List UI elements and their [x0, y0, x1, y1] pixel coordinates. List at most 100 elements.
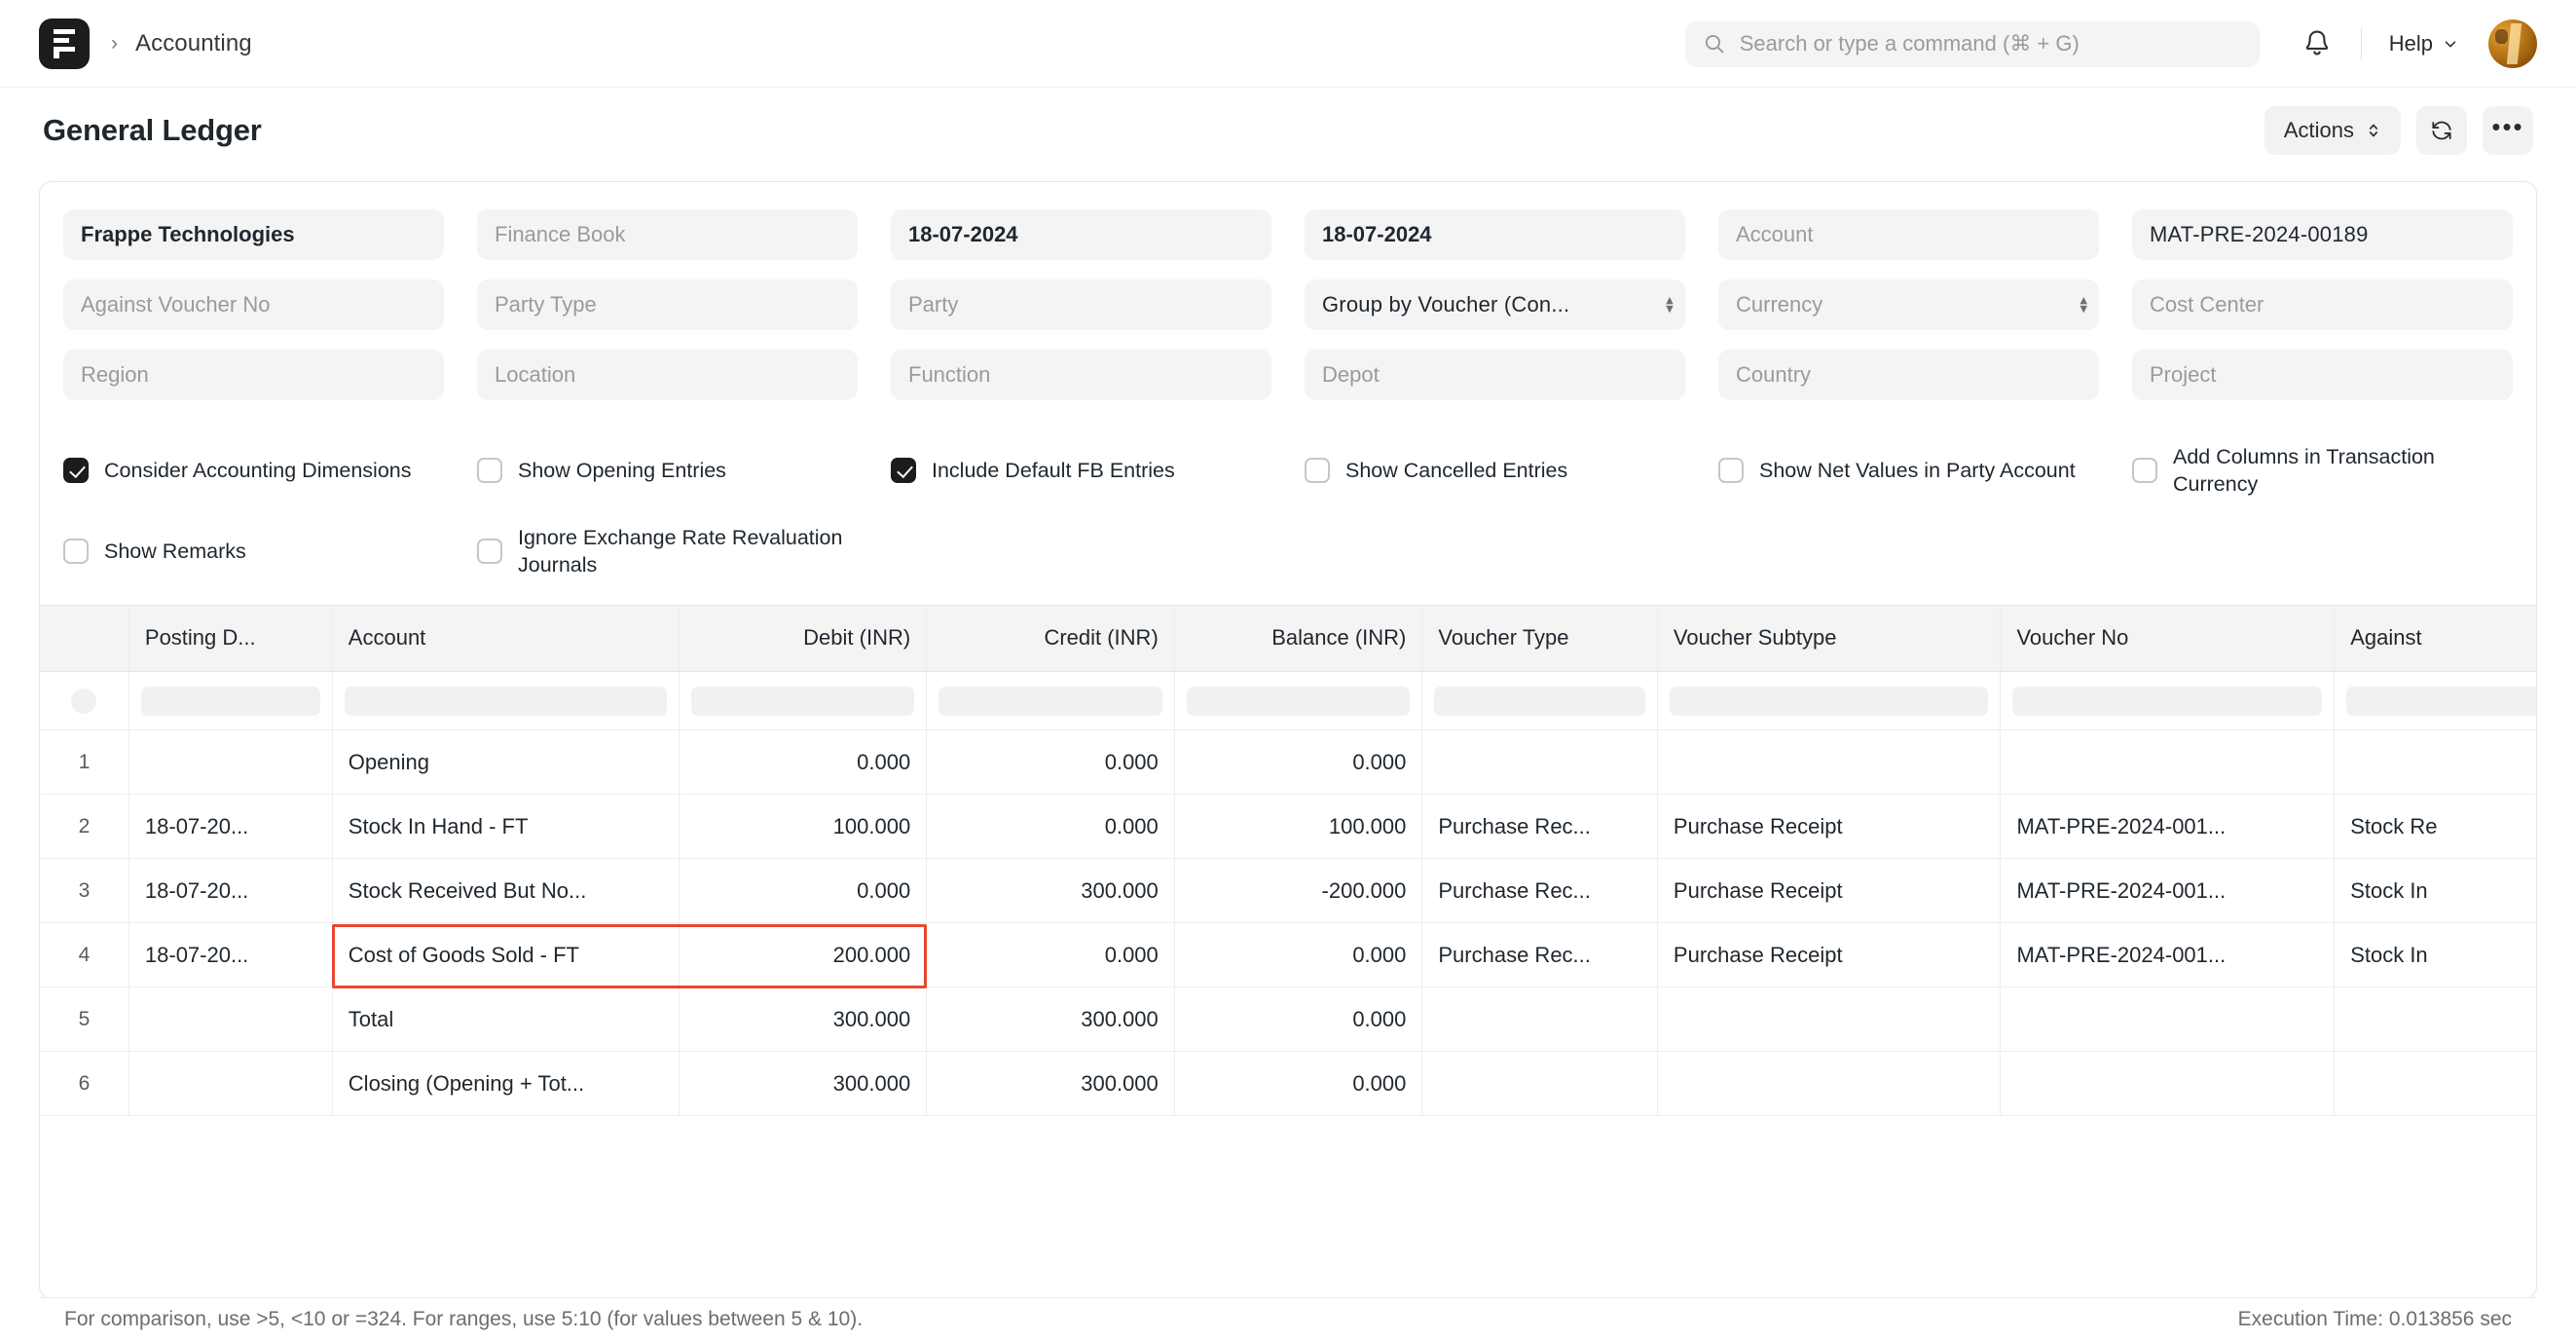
filter-group-by[interactable]: Group by Voucher (Con...▴▾: [1305, 279, 1685, 330]
search-input[interactable]: Search or type a command (⌘ + G): [1685, 21, 2260, 67]
column-filter-input[interactable]: [938, 687, 1162, 716]
checkbox-unchecked-icon[interactable]: [1718, 458, 1744, 483]
actions-button[interactable]: Actions: [2264, 106, 2401, 155]
filter-company[interactable]: Frappe Technologies: [63, 209, 444, 260]
column-header-against[interactable]: Against: [2335, 606, 2536, 672]
cell-credit[interactable]: 0.000: [927, 730, 1175, 795]
cell-balance[interactable]: 0.000: [1174, 987, 1422, 1052]
filter-account[interactable]: Account: [1718, 209, 2099, 260]
cell-date[interactable]: [129, 1052, 332, 1116]
column-header-idx[interactable]: [40, 606, 129, 672]
cell-vtype[interactable]: [1422, 1052, 1658, 1116]
cell-account[interactable]: Opening: [332, 730, 679, 795]
cell-against[interactable]: [2335, 1052, 2536, 1116]
column-filter-input[interactable]: [1187, 687, 1411, 716]
select-all-toggle[interactable]: [71, 689, 96, 714]
checkbox-unchecked-icon[interactable]: [63, 539, 89, 564]
cell-vsubtype[interactable]: Purchase Receipt: [1657, 923, 2001, 987]
checkbox-unchecked-icon[interactable]: [2132, 458, 2157, 483]
column-header-credit[interactable]: Credit (INR): [927, 606, 1175, 672]
cell-date[interactable]: 18-07-20...: [129, 859, 332, 923]
cell-date[interactable]: [129, 987, 332, 1052]
cell-vsubtype[interactable]: [1657, 730, 2001, 795]
cell-balance[interactable]: -200.000: [1174, 859, 1422, 923]
column-filter-vno[interactable]: [2001, 672, 2335, 730]
cell-vsubtype[interactable]: Purchase Receipt: [1657, 859, 2001, 923]
cell-idx[interactable]: 3: [40, 859, 129, 923]
cell-vno[interactable]: MAT-PRE-2024-001...: [2001, 795, 2335, 859]
cell-vtype[interactable]: Purchase Rec...: [1422, 923, 1658, 987]
column-header-vno[interactable]: Voucher No: [2001, 606, 2335, 672]
filter-finance-book[interactable]: Finance Book: [477, 209, 858, 260]
cell-credit[interactable]: 0.000: [927, 923, 1175, 987]
column-filter-vtype[interactable]: [1422, 672, 1658, 730]
filter-cost-center[interactable]: Cost Center: [2132, 279, 2513, 330]
cell-credit[interactable]: 300.000: [927, 859, 1175, 923]
cell-debit[interactable]: 300.000: [679, 1052, 927, 1116]
table-row[interactable]: 318-07-20...Stock Received But No...0.00…: [40, 859, 2536, 923]
column-header-debit[interactable]: Debit (INR): [679, 606, 927, 672]
checkbox-ignore-exchange-rate-revaluation-journals[interactable]: Ignore Exchange Rate Revaluation Journal…: [477, 524, 858, 579]
column-header-vtype[interactable]: Voucher Type: [1422, 606, 1658, 672]
column-filter-credit[interactable]: [927, 672, 1175, 730]
checkbox-show-cancelled-entries[interactable]: Show Cancelled Entries: [1305, 457, 1685, 484]
cell-balance[interactable]: 0.000: [1174, 923, 1422, 987]
more-options-button[interactable]: •••: [2483, 106, 2533, 155]
bell-icon[interactable]: [2300, 27, 2334, 60]
cell-vtype[interactable]: [1422, 987, 1658, 1052]
column-header-date[interactable]: Posting D...: [129, 606, 332, 672]
table-row[interactable]: 1Opening0.0000.0000.000: [40, 730, 2536, 795]
filter-region[interactable]: Region: [63, 350, 444, 400]
column-filter-balance[interactable]: [1174, 672, 1422, 730]
checkbox-unchecked-icon[interactable]: [477, 539, 502, 564]
column-filter-against[interactable]: [2335, 672, 2536, 730]
checkbox-include-default-fb-entries[interactable]: Include Default FB Entries: [891, 457, 1271, 484]
cell-credit[interactable]: 300.000: [927, 987, 1175, 1052]
column-filter-input[interactable]: [1434, 687, 1645, 716]
cell-debit[interactable]: 0.000: [679, 859, 927, 923]
breadcrumb-accounting[interactable]: Accounting: [135, 30, 252, 57]
checkbox-show-net-values-in-party-account[interactable]: Show Net Values in Party Account: [1718, 457, 2099, 484]
filter-depot[interactable]: Depot: [1305, 350, 1685, 400]
filter-country[interactable]: Country: [1718, 350, 2099, 400]
cell-vno[interactable]: [2001, 1052, 2335, 1116]
checkbox-unchecked-icon[interactable]: [477, 458, 502, 483]
cell-against[interactable]: Stock In: [2335, 859, 2536, 923]
table-row[interactable]: 418-07-20...Cost of Goods Sold - FT200.0…: [40, 923, 2536, 987]
column-filter-input[interactable]: [141, 687, 320, 716]
column-filter-input[interactable]: [345, 687, 667, 716]
cell-against[interactable]: Stock In: [2335, 923, 2536, 987]
cell-date[interactable]: 18-07-20...: [129, 923, 332, 987]
cell-debit[interactable]: 300.000: [679, 987, 927, 1052]
filter-project[interactable]: Project: [2132, 350, 2513, 400]
erpnext-logo-icon[interactable]: [39, 19, 90, 69]
cell-date[interactable]: 18-07-20...: [129, 795, 332, 859]
column-header-account[interactable]: Account: [332, 606, 679, 672]
filter-from-date[interactable]: 18-07-2024: [891, 209, 1271, 260]
checkbox-checked-icon[interactable]: [63, 458, 89, 483]
column-header-balance[interactable]: Balance (INR): [1174, 606, 1422, 672]
cell-against[interactable]: [2335, 730, 2536, 795]
filter-to-date[interactable]: 18-07-2024: [1305, 209, 1685, 260]
column-filter-idx[interactable]: [40, 672, 129, 730]
help-menu[interactable]: Help: [2389, 31, 2459, 56]
cell-idx[interactable]: 5: [40, 987, 129, 1052]
checkbox-show-remarks[interactable]: Show Remarks: [63, 538, 444, 565]
avatar[interactable]: [2488, 19, 2537, 68]
cell-vno[interactable]: [2001, 987, 2335, 1052]
column-filter-vsubtype[interactable]: [1657, 672, 2001, 730]
cell-vsubtype[interactable]: [1657, 987, 2001, 1052]
cell-credit[interactable]: 0.000: [927, 795, 1175, 859]
column-filter-row[interactable]: [40, 672, 2536, 730]
cell-idx[interactable]: 1: [40, 730, 129, 795]
column-filter-date[interactable]: [129, 672, 332, 730]
filter-function[interactable]: Function: [891, 350, 1271, 400]
cell-debit[interactable]: 0.000: [679, 730, 927, 795]
filter-party-type[interactable]: Party Type: [477, 279, 858, 330]
cell-vno[interactable]: [2001, 730, 2335, 795]
cell-vsubtype[interactable]: [1657, 1052, 2001, 1116]
cell-vno[interactable]: MAT-PRE-2024-001...: [2001, 859, 2335, 923]
cell-balance[interactable]: 100.000: [1174, 795, 1422, 859]
cell-idx[interactable]: 4: [40, 923, 129, 987]
table-row[interactable]: 5Total300.000300.0000.000: [40, 987, 2536, 1052]
